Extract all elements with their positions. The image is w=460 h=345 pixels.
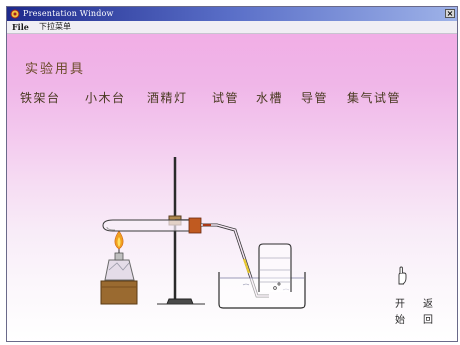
lab-apparatus-illustration [100, 157, 306, 309]
menu-file[interactable]: File [10, 21, 31, 33]
stand-base [166, 298, 194, 305]
menu-bar: File 下拉菜单 [7, 21, 457, 34]
gas-collection-tube-illustration [258, 243, 292, 292]
start-button-bottom[interactable]: 始 [395, 311, 405, 326]
app-icon [10, 9, 20, 19]
back-button-top[interactable]: 返 [423, 295, 433, 310]
menu-dropdown[interactable]: 下拉菜单 [37, 21, 73, 33]
back-button-bottom[interactable]: 回 [423, 311, 433, 326]
title-bar: Presentation Window × [7, 7, 457, 21]
wooden-block [100, 280, 138, 305]
test-tube-illustration [102, 217, 202, 234]
start-button-top[interactable]: 开 [395, 295, 405, 310]
close-button[interactable]: × [445, 9, 455, 18]
hand-pointer-icon [398, 266, 407, 285]
alcohol-lamp [104, 249, 135, 281]
presentation-window: Presentation Window × File 下拉菜单 实验用具 铁架台… [6, 6, 458, 342]
window-title: Presentation Window [23, 9, 114, 18]
stage-area: 实验用具 铁架台 小木台 酒精灯 试管 水槽 导管 集气试管 开 始 返 回 [7, 34, 457, 341]
flame-icon [114, 230, 124, 250]
